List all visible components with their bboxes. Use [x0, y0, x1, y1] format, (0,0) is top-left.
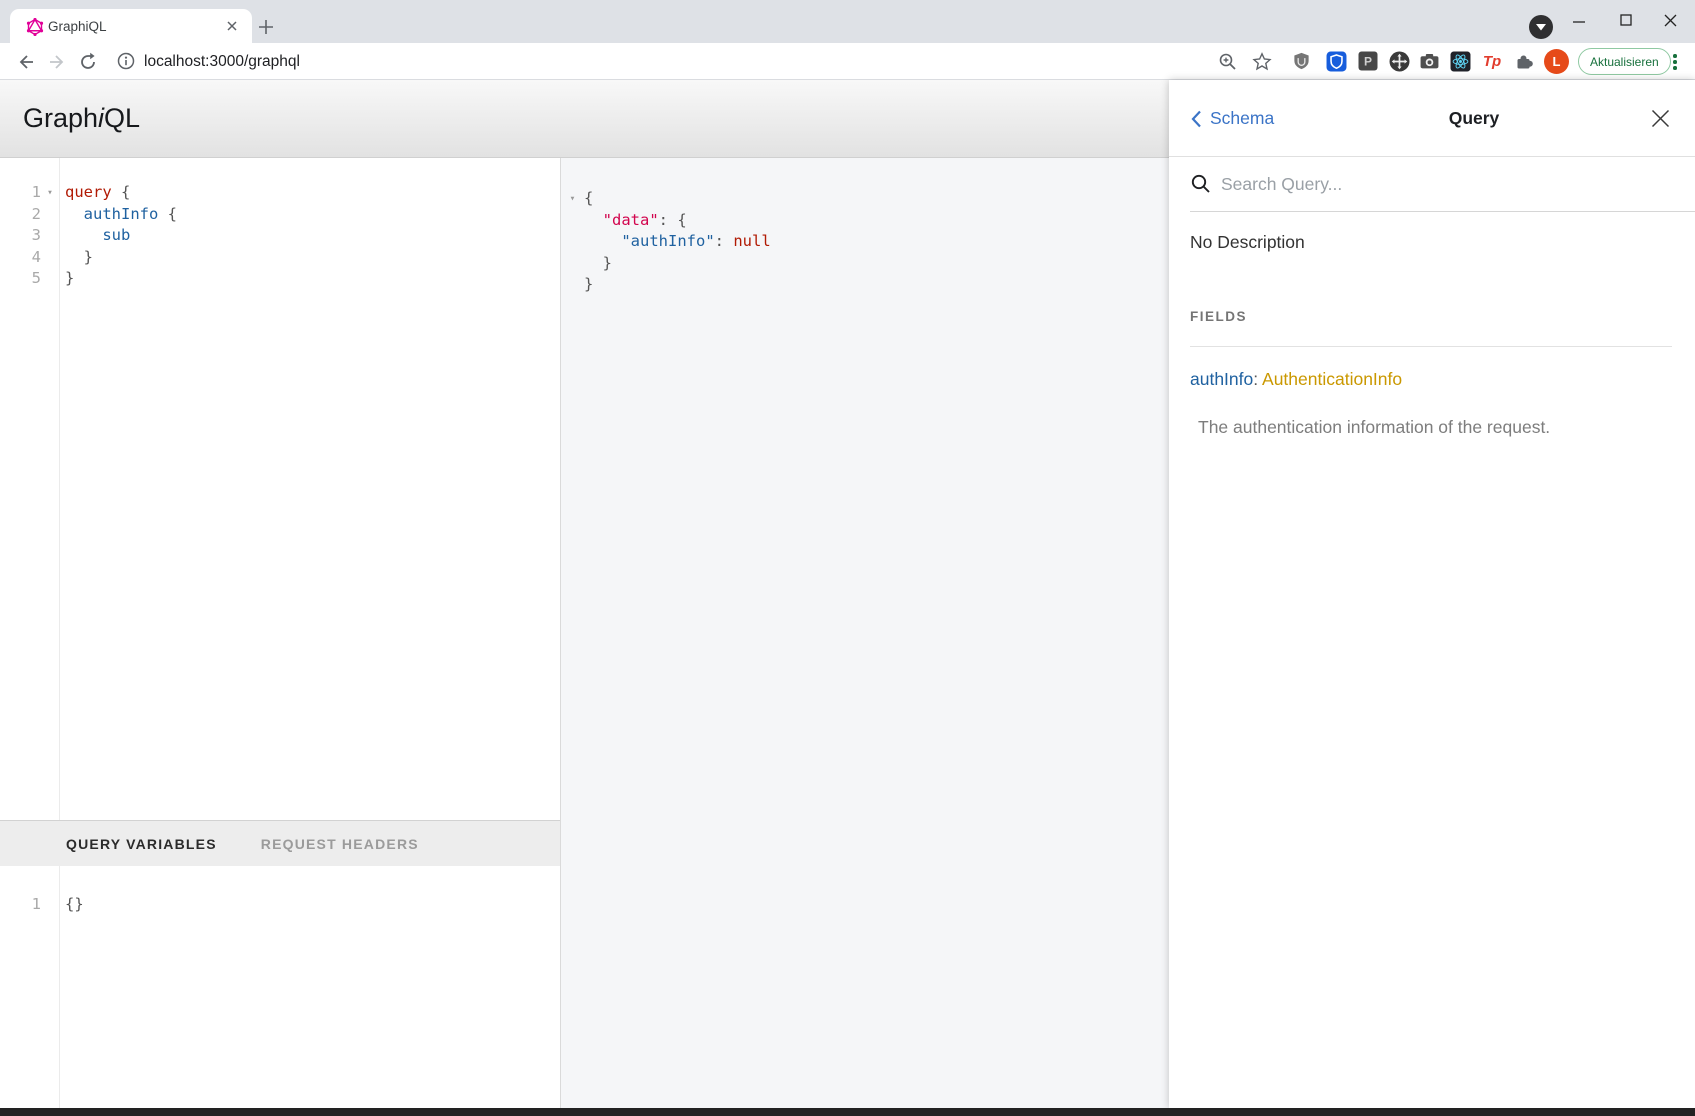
docs-search-input[interactable] — [1221, 174, 1641, 195]
address-bar-input[interactable] — [144, 50, 1044, 74]
browser-toolbar: P Tp L Aktualisieren — [0, 43, 1695, 80]
browser-profile-avatar[interactable]: L — [1544, 49, 1569, 74]
code-text: "data": { — [584, 210, 687, 232]
docs-header: Schema Query — [1169, 80, 1695, 157]
search-icon — [1190, 173, 1212, 195]
graphiql-toolbar: GraphiQL Prettify Merge Copy History Sha… — [0, 80, 1169, 158]
page-zoom-icon[interactable] — [1217, 51, 1239, 73]
site-info-icon[interactable] — [116, 51, 136, 71]
line-number: 4 — [0, 247, 41, 269]
docs-fields-header: FIELDS — [1190, 309, 1247, 324]
docs-field-entry: authInfo: AuthenticationInfo — [1190, 369, 1402, 390]
line-number: 2 — [0, 204, 41, 226]
svg-text:P: P — [1364, 55, 1372, 69]
code-line: "authInfo": null — [561, 231, 1169, 253]
fold-arrow-icon[interactable]: ▾ — [41, 182, 59, 204]
line-number: 5 — [0, 268, 41, 290]
docs-close-icon[interactable] — [1650, 108, 1671, 129]
browser-tab-strip: GraphiQL — [0, 0, 1695, 43]
code-line: 4 } — [0, 247, 560, 269]
code-text: } — [59, 247, 93, 269]
graphiql-logo: GraphiQL — [23, 80, 140, 157]
code-line: 1 {} — [0, 894, 560, 916]
docs-back-link[interactable]: Schema — [1190, 80, 1274, 157]
fold-gutter — [561, 253, 584, 275]
code-line: 5} — [0, 268, 560, 290]
line-number: 3 — [0, 225, 41, 247]
react-devtools-extension-icon[interactable] — [1449, 50, 1471, 72]
window-maximize-button[interactable] — [1603, 0, 1648, 43]
code-text: authInfo { — [59, 204, 177, 226]
extensions-puzzle-icon[interactable] — [1513, 50, 1535, 72]
browser-status-chip[interactable] — [1529, 15, 1553, 39]
ublock-extension-icon[interactable] — [1290, 50, 1312, 72]
query-editor[interactable]: 1▾query {2 authInfo {3 sub4 }5} — [0, 158, 560, 820]
code-text: sub — [59, 225, 130, 247]
code-line: "data": { — [561, 210, 1169, 232]
fold-arrow-icon[interactable]: ▾ — [561, 188, 584, 210]
fold-gutter — [561, 210, 584, 232]
p-extension-icon[interactable]: P — [1357, 50, 1379, 72]
code-text: { — [584, 188, 593, 210]
variables-tab-bar: QUERY VARIABLES REQUEST HEADERS — [0, 820, 560, 866]
window-minimize-button[interactable] — [1556, 0, 1601, 43]
code-line: 1▾query { — [0, 182, 560, 204]
code-line: 3 sub — [0, 225, 560, 247]
tab-request-headers[interactable]: REQUEST HEADERS — [261, 836, 419, 852]
field-name-link[interactable]: authInfo — [1190, 369, 1253, 389]
tab-close-icon[interactable] — [222, 16, 242, 36]
fold-gutter — [561, 274, 584, 296]
code-text: } — [584, 274, 593, 296]
browser-update-button[interactable]: Aktualisieren — [1578, 48, 1671, 75]
window-bottom-edge — [0, 1108, 1695, 1116]
back-icon[interactable] — [15, 51, 37, 73]
code-line: } — [561, 253, 1169, 275]
forward-icon[interactable] — [46, 51, 68, 73]
docs-field-description: The authentication information of the re… — [1198, 417, 1550, 438]
code-text: {} — [59, 894, 84, 916]
new-tab-icon[interactable] — [255, 16, 277, 38]
code-line: } — [561, 274, 1169, 296]
tab-title: GraphiQL — [48, 19, 107, 34]
response-viewer[interactable]: ▾{ "data": { "authInfo": null }} — [560, 158, 1169, 1108]
reload-icon[interactable] — [77, 51, 99, 73]
field-type-link[interactable]: AuthenticationInfo — [1262, 369, 1402, 389]
fold-gutter — [41, 894, 59, 916]
line-number: 1 — [0, 182, 41, 204]
fold-gutter — [41, 204, 59, 226]
move-cross-extension-icon[interactable] — [1388, 50, 1410, 72]
bookmark-star-icon[interactable] — [1251, 51, 1273, 73]
docs-no-description: No Description — [1190, 232, 1305, 253]
tp-extension-icon[interactable]: Tp — [1481, 50, 1503, 72]
fold-gutter — [41, 225, 59, 247]
variables-gutter-divider — [59, 866, 60, 1108]
graphql-favicon-icon — [26, 18, 44, 36]
bitwarden-extension-icon[interactable] — [1325, 50, 1347, 72]
chevron-left-icon — [1190, 109, 1202, 129]
tab-query-variables[interactable]: QUERY VARIABLES — [66, 836, 217, 852]
variables-editor[interactable]: 1 {} — [0, 866, 560, 1108]
docs-divider — [1190, 346, 1672, 347]
code-text: } — [584, 253, 612, 275]
code-text: query { — [59, 182, 130, 204]
docs-title: Query — [1449, 80, 1500, 157]
code-line: ▾{ — [561, 188, 1169, 210]
camera-extension-icon[interactable] — [1418, 50, 1440, 72]
code-line: 2 authInfo { — [0, 204, 560, 226]
fold-gutter — [41, 268, 59, 290]
line-number: 1 — [0, 894, 41, 916]
field-separator: : — [1253, 369, 1262, 389]
browser-menu-icon[interactable] — [1668, 51, 1682, 73]
fold-gutter — [561, 231, 584, 253]
code-text: "authInfo": null — [584, 231, 771, 253]
docs-explorer-panel: Schema Query No Description FIELDS authI… — [1169, 80, 1695, 1108]
docs-search-row — [1190, 157, 1695, 212]
query-gutter-divider — [59, 158, 60, 820]
code-text: } — [59, 268, 74, 290]
fold-gutter — [41, 247, 59, 269]
browser-tab[interactable]: GraphiQL — [10, 9, 252, 43]
window-close-button[interactable] — [1648, 0, 1693, 43]
